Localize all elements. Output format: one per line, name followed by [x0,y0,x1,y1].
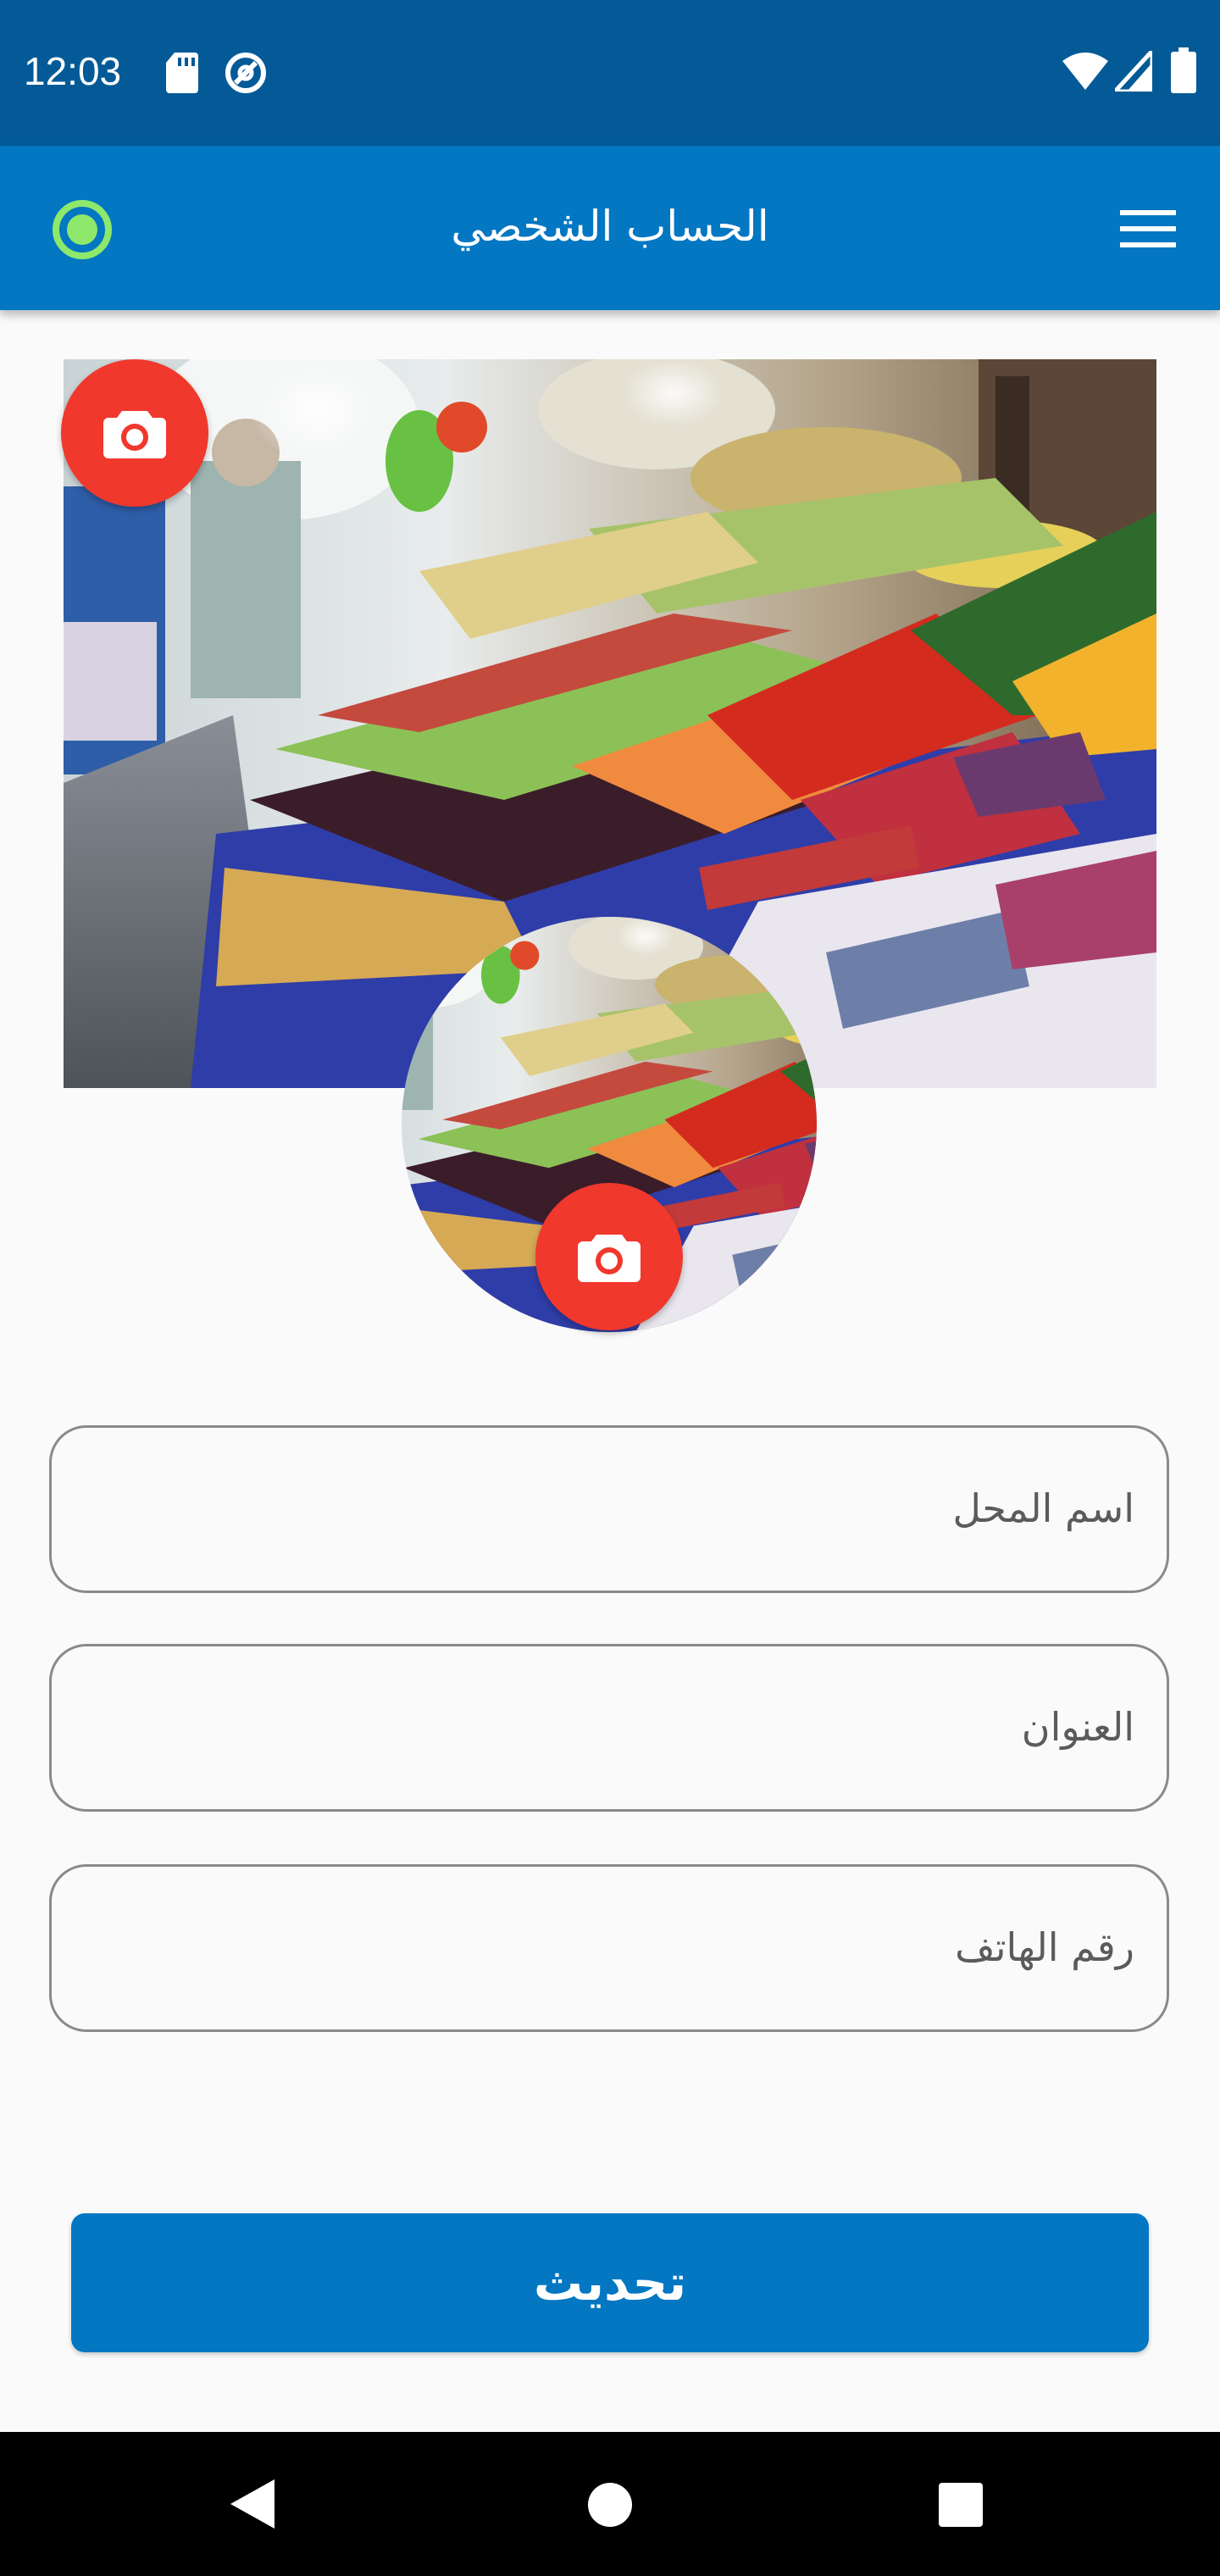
wifi-icon [1062,53,1108,90]
app-bar: الحساب الشخصي [0,146,1220,310]
phone-field[interactable]: رقم الهاتف [49,1864,1169,2032]
home-icon[interactable] [586,2481,634,2529]
address-field[interactable]: العنوان [49,1644,1169,1812]
camera-icon [103,411,166,458]
status-bar: 12:03 [0,0,1220,146]
update-button[interactable]: تحديث [71,2213,1149,2352]
signal-icon [1115,51,1152,92]
sd-card-icon [166,53,198,93]
status-time: 12:03 [24,49,122,93]
battery-icon [1171,47,1196,93]
shop-name-label: اسم المحل [952,1485,1134,1531]
data-saver-icon [225,53,266,93]
page-title: الحساب الشخصي [451,202,769,251]
recents-icon[interactable] [939,2483,983,2527]
cover-camera-button[interactable] [61,359,208,507]
address-label: العنوان [1021,1704,1134,1750]
phone-label: رقم الهاتف [955,1924,1134,1970]
back-icon[interactable] [230,2479,274,2529]
camera-icon [578,1235,640,1282]
shop-name-field[interactable]: اسم المحل [49,1425,1169,1593]
avatar-camera-button[interactable] [535,1183,683,1330]
nav-bar [0,2432,1220,2576]
menu-icon[interactable] [1120,208,1176,249]
